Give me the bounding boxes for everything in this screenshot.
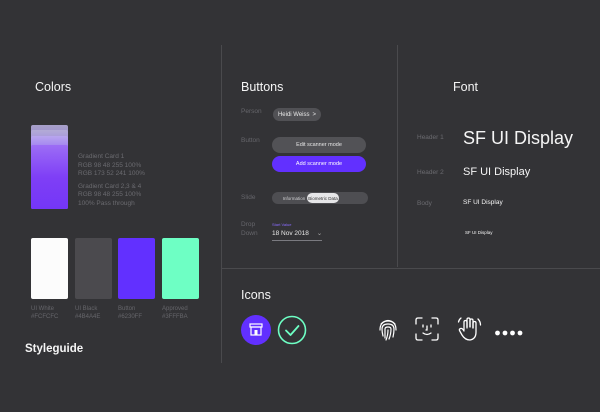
fingerprint-icon[interactable] — [377, 316, 399, 342]
swatch-name: Approved — [162, 306, 188, 312]
swatch-name: Button — [118, 306, 136, 312]
font-label-header-1: Header 1 — [417, 134, 444, 141]
font-sample-header-2: SF UI Display — [463, 166, 531, 178]
gradient-text-line: Gradient Card 1 — [78, 153, 125, 160]
gradient-text-line: Gradient Card 2,3 & 4 — [78, 182, 142, 190]
swatch-caption-ui-white: UI White #FCFCFC — [31, 305, 58, 321]
dropdown-caption: Start Value — [272, 222, 292, 227]
swatch-caption-approved: Approved #3FFFBA — [162, 305, 188, 321]
buttons-title: Buttons — [241, 80, 284, 94]
hand-wave-icon[interactable] — [455, 314, 485, 344]
slide-option-biometric-data[interactable]: Biometric Data — [307, 193, 339, 203]
vertical-divider-left — [221, 45, 222, 363]
vertical-divider-right — [397, 45, 398, 267]
button-label: Button — [241, 137, 260, 144]
dropdown-label: Drop Down — [241, 220, 258, 238]
swatch-button — [118, 238, 155, 299]
colors-title: Colors — [35, 80, 72, 94]
swatch-hex: #3FFFBA — [162, 314, 188, 320]
swatch-name: UI White — [31, 306, 55, 312]
edit-scanner-mode-button[interactable]: Edit scanner mode — [272, 137, 366, 153]
slide-label: Slide — [241, 194, 256, 201]
dropdown-value: 18 Nov 2018 ⌄ — [272, 229, 322, 237]
person-label: Person — [241, 108, 262, 115]
font-sample-header-1: SF UI Display — [463, 128, 574, 148]
swatch-caption-ui-black: UI Black #4B4A4E — [75, 305, 100, 321]
horizontal-divider — [222, 268, 600, 269]
gradient-text-line: RGB 98 48 255 100% — [78, 161, 142, 169]
font-title: Font — [453, 80, 479, 94]
icons-title: Icons — [241, 288, 271, 302]
swatch-hex: #FCFCFC — [31, 314, 59, 320]
dropdown-value-text: 18 Nov 2018 — [272, 230, 309, 237]
segmented-slide-control: Information Biometric Data — [272, 192, 368, 204]
gradient-card-1 — [31, 145, 68, 209]
gradient-description: Gradient Card 1 RGB 98 48 255 100% RGB 1… — [78, 153, 188, 208]
swatch-hex: #6230FF — [118, 314, 143, 320]
person-chip-label: Heidi Weiss — [277, 111, 310, 118]
dropdown-label-line: Down — [241, 230, 258, 237]
store-icon[interactable] — [241, 315, 271, 345]
font-sample-caption: SF UI Display — [465, 230, 493, 235]
chevron-right-icon: > — [312, 111, 317, 118]
font-sample-body: SF UI Display — [463, 199, 503, 206]
styleguide-label: Styleguide — [25, 343, 84, 355]
swatch-ui-black — [75, 238, 112, 299]
swatch-approved — [162, 238, 199, 299]
font-label-body: Body — [417, 200, 432, 207]
font-label-header-2: Header 2 — [417, 169, 444, 176]
add-scanner-mode-button[interactable]: Add scanner mode — [272, 156, 366, 172]
start-value-dropdown[interactable]: Start Value 18 Nov 2018 ⌄ — [272, 222, 322, 241]
person-chip[interactable]: Heidi Weiss > — [273, 108, 321, 121]
chevron-down-icon: ⌄ — [316, 230, 323, 237]
dropdown-label-line: Drop — [241, 221, 256, 228]
gradient-text-line: 100% Pass through — [78, 199, 135, 207]
passcode-dots-icon[interactable] — [494, 324, 524, 336]
swatch-ui-white — [31, 238, 68, 299]
gradient-text-line: RGB 98 48 255 100% — [78, 191, 142, 198]
gradient-card-stack — [31, 125, 68, 209]
swatch-caption-button: Button #6230FF — [118, 305, 142, 321]
swatch-hex: #4B4A4E — [75, 314, 101, 320]
gradient-text-line: RGB 173 52 241 100% — [78, 170, 145, 177]
checkmark-circle-icon[interactable] — [277, 315, 307, 345]
face-id-icon[interactable] — [414, 316, 440, 342]
swatch-name: UI Black — [75, 306, 98, 312]
